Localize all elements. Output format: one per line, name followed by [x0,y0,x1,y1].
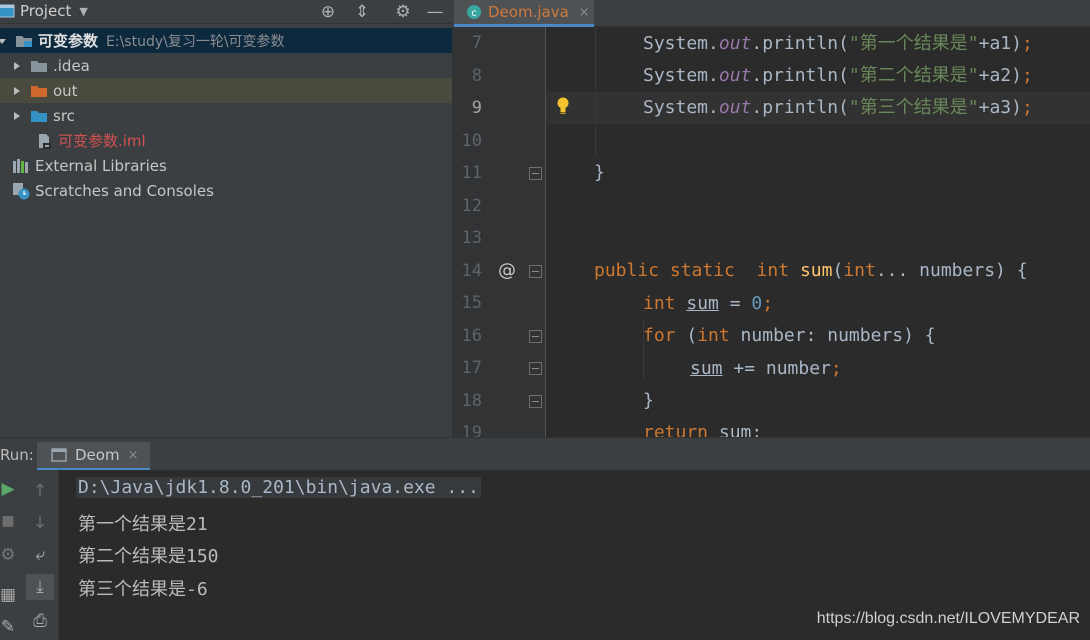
pin-icon[interactable]: ✎ [0,614,22,640]
code-line-18: } [643,390,654,411]
line-number: 17 [461,358,482,378]
tree-item-out[interactable]: out [0,78,452,103]
console-output-line: 第二个结果是150 [78,546,219,567]
tree-item-label: out [53,81,78,100]
svg-text:c: c [471,8,477,19]
line-number: 18 [461,391,482,411]
scratches-icon [12,182,30,200]
fold-marker-icon[interactable] [529,362,542,375]
tree-root-project[interactable]: 可变参数 E:\study\复习一轮\可变参数 [0,28,452,53]
code-line-8: System.out.println("第二个结果是"+a2); [643,65,1033,86]
editor-tab-deom-java[interactable]: c Deom.java × [454,0,594,27]
line-number: 15 [461,293,482,313]
tree-item-label: 可变参数.iml [58,132,146,150]
code-line-19: return sum; [643,422,763,437]
line-number-current: 9 [471,98,482,118]
console-command-line: D:\Java\jdk1.8.0_201\bin\java.exe ... [76,477,481,498]
chevron-down-icon: ▼ [79,4,88,18]
chevron-down-icon [0,36,7,46]
console-icon [51,448,67,462]
project-icon [0,4,15,18]
gear-icon[interactable]: ⚙ [393,2,413,22]
module-folder-icon [15,34,33,47]
collapse-all-icon[interactable]: ⇕ [352,2,372,22]
module-file-icon [36,133,52,149]
chevron-right-icon [12,61,22,71]
annotation-marker-icon[interactable]: @ [498,260,516,281]
line-number: 11 [461,163,482,183]
tree-item-label: External Libraries [35,156,167,175]
run-toolbar-primary: ▶ ■ ⚙ ▦ ✎ [0,470,20,640]
tree-item-idea[interactable]: .idea [0,53,452,78]
project-header: Project ▼ ⊕ ⇕ ⚙ — [0,0,452,24]
layout-icon[interactable]: ▦ [0,582,22,608]
code-line-16: for (int number: numbers) { [643,325,936,346]
code-line-14: public static int sum(int... numbers) { [594,260,1028,281]
code-line-11: } [594,162,605,183]
code-line-9: System.out.println("第三个结果是"+a3); [643,97,1033,118]
tree-item-label: .idea [53,56,90,75]
fold-marker-icon[interactable] [529,330,542,343]
tree-item-src[interactable]: src [0,103,452,128]
tree-item-label: Scratches and Consoles [35,181,214,200]
line-number: 13 [461,228,482,248]
line-number: 10 [461,131,482,151]
run-tab-deom[interactable]: Deom × [37,442,150,471]
close-icon[interactable]: × [579,5,590,20]
arrow-down-icon[interactable]: ↓ [26,510,54,536]
locate-icon[interactable]: ⊕ [318,2,338,22]
project-tool-window: Project ▼ ⊕ ⇕ ⚙ — 可变参数 E:\study\复习一轮\可变参… [0,0,452,437]
lightbulb-icon[interactable] [555,96,571,116]
watermark: https://blog.csdn.net/ILOVEMYDEAR [816,610,1080,627]
chevron-right-icon [12,111,22,121]
line-number: 16 [461,326,482,346]
project-root-path: E:\study\复习一轮\可变参数 [106,33,285,50]
excluded-folder-icon [30,84,48,97]
indent-guide [595,27,596,157]
settings-icon[interactable]: ⚙ [0,542,22,568]
line-number: 14 [461,261,482,281]
line-number: 12 [461,196,482,216]
code-line-17: sum += number; [690,358,842,379]
tree-item-label: src [53,106,75,125]
folder-icon [30,59,48,72]
line-number: 7 [471,33,482,53]
scroll-to-end-icon[interactable]: ⤓ [26,574,54,600]
tree-item-scratches[interactable]: Scratches and Consoles [0,178,452,203]
print-icon[interactable]: ⎙ [26,608,54,634]
chevron-right-icon [12,86,22,96]
editor-tab-bar: c Deom.java × [452,0,1090,27]
tab-label: Deom.java [488,3,569,21]
library-icon [12,158,30,174]
run-label: Run: [0,446,34,464]
java-class-icon: c [466,4,482,20]
run-toolbar-secondary: ↑ ↓ ⤶ ⤓ ⎙ [20,470,59,640]
console-output-line: 第三个结果是-6 [78,579,208,600]
fold-marker-icon[interactable] [529,167,542,180]
code-line-7: System.out.println("第一个结果是"+a1); [643,33,1033,54]
line-number: 8 [471,66,482,86]
stop-icon[interactable]: ■ [0,508,22,534]
tree-item-external-libraries[interactable]: External Libraries [0,153,452,178]
code-line-15: int sum = 0; [643,293,774,314]
run-tab-label: Deom [75,446,120,464]
project-view-selector[interactable]: Project ▼ [0,2,88,20]
source-folder-icon [30,109,48,122]
arrow-up-icon[interactable]: ↑ [26,478,54,504]
tree-item-iml[interactable]: 可变参数.iml [0,128,452,153]
hide-icon[interactable]: — [425,2,445,22]
project-title: Project [20,2,72,20]
run-tool-window-header: Run: Deom × [0,437,1090,471]
project-root-name: 可变参数 [38,32,99,50]
fold-marker-icon[interactable] [529,395,542,408]
close-icon[interactable]: × [128,448,139,463]
console-output-line: 第一个结果是21 [78,514,208,535]
fold-marker-icon[interactable] [529,265,542,278]
rerun-icon[interactable]: ▶ [0,476,22,502]
soft-wrap-icon[interactable]: ⤶ [26,542,54,568]
